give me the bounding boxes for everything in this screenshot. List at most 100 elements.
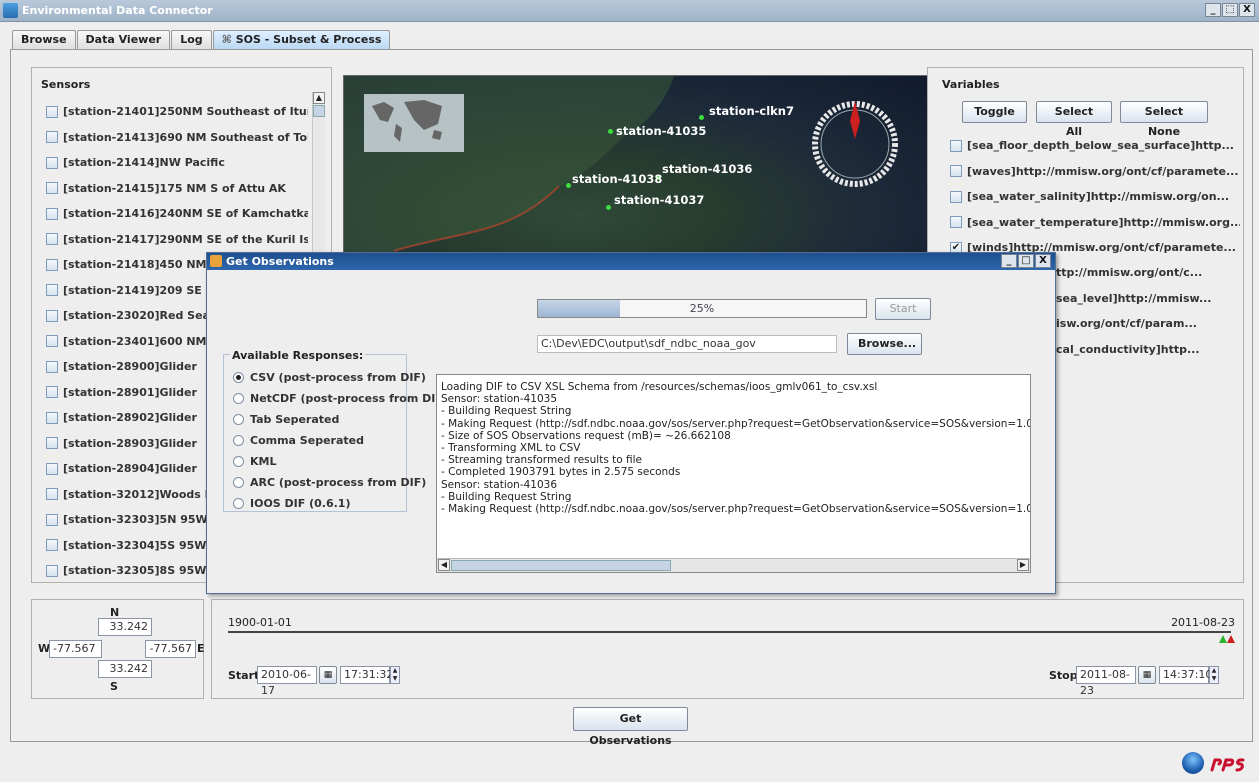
variable-list: [sea_floor_depth_below_sea_surface]http.… (950, 133, 1240, 261)
stop-date-field[interactable]: 2011-08-23 (1076, 666, 1136, 697)
east-field[interactable]: -77.567 (145, 640, 196, 658)
checkbox[interactable] (950, 190, 962, 203)
log-lines: Loading DIF to CSV XSL Schema from /reso… (437, 375, 1030, 555)
tab-log[interactable]: Log (171, 30, 212, 50)
radio[interactable] (233, 393, 244, 404)
scroll-right-icon[interactable]: ▶ (1017, 559, 1029, 571)
tab-sos-subset-process[interactable]: ⌘ SOS - Subset & Process (212, 30, 391, 50)
response-option[interactable]: CSV (post-process from DIF) (233, 367, 448, 388)
radio[interactable] (233, 498, 244, 509)
variable-item[interactable]: [sea_water_temperature]http://mmisw.org.… (950, 210, 1240, 236)
start-date-field[interactable]: 2010-06-17 (257, 666, 317, 697)
start-time-field[interactable]: 17:31:32 (340, 666, 393, 684)
variable-item[interactable]: sea_level]http://mmisw... (1056, 286, 1241, 312)
response-option[interactable]: ARC (post-process from DIF) (233, 472, 448, 493)
variable-item[interactable]: ttp://mmisw.org/ont/c... (1056, 260, 1241, 286)
radio-selected[interactable] (233, 372, 244, 383)
checkbox[interactable] (950, 139, 962, 152)
map-view[interactable]: station-clkn7 station-41035 station-4103… (343, 75, 929, 275)
scroll-up-icon[interactable]: ▲ (313, 92, 325, 104)
sensor-item[interactable]: [station-21415]175 NM S of Attu AK (46, 176, 308, 202)
spinner-icon[interactable]: ▲ ▼ (390, 666, 400, 684)
station-marker[interactable] (699, 115, 704, 120)
log-output[interactable]: Loading DIF to CSV XSL Schema from /reso… (436, 374, 1031, 573)
stop-time-field[interactable]: 14:37:10 (1159, 666, 1212, 684)
calendar-icon[interactable]: ▦ (319, 666, 337, 684)
radio[interactable] (233, 456, 244, 467)
maximize-icon[interactable]: ⬚ (1222, 3, 1238, 17)
sensor-item[interactable]: [station-21417]290NM SE of the Kuril Is.… (46, 227, 308, 253)
checkbox[interactable] (46, 233, 58, 246)
variable-item[interactable]: isw.org/ont/cf/param... (1056, 311, 1241, 337)
variable-item[interactable]: [sea_floor_depth_below_sea_surface]http.… (950, 133, 1240, 159)
select-all-button[interactable]: Select All (1036, 101, 1112, 138)
station-marker[interactable] (606, 205, 611, 210)
spinner-icon[interactable]: ▲ ▼ (1209, 666, 1219, 684)
scroll-thumb[interactable] (313, 105, 325, 117)
checkbox[interactable] (46, 207, 58, 220)
compass-icon[interactable] (810, 99, 900, 189)
toggle-button[interactable]: Toggle (962, 101, 1027, 123)
checkbox[interactable] (950, 165, 962, 178)
north-field[interactable]: 33.242 (98, 618, 152, 636)
checkbox[interactable] (46, 539, 58, 552)
response-option[interactable]: Comma Seperated (233, 430, 448, 451)
browse-button[interactable]: Browse... (847, 333, 922, 355)
station-marker[interactable] (566, 183, 571, 188)
scroll-thumb[interactable] (451, 560, 671, 571)
close-icon[interactable]: X (1035, 254, 1051, 268)
variable-item[interactable]: [sea_water_salinity]http://mmisw.org/on.… (950, 184, 1240, 210)
sensor-item[interactable]: [station-21401]250NM Southeast of Ituru.… (46, 99, 308, 125)
checkbox[interactable] (46, 513, 58, 526)
checkbox[interactable] (46, 156, 58, 169)
minimize-icon[interactable]: _ (1205, 3, 1221, 17)
select-none-button[interactable]: Select None (1120, 101, 1208, 138)
checkbox[interactable] (46, 488, 58, 501)
checkbox[interactable] (46, 437, 58, 450)
output-path-field[interactable]: C:\Dev\EDC\output\sdf_ndbc_noaa_gov (537, 335, 837, 353)
south-label: S (110, 680, 118, 693)
checkbox[interactable] (46, 360, 58, 373)
variable-item[interactable]: [waves]http://mmisw.org/ont/cf/paramete.… (950, 159, 1240, 185)
sensor-item[interactable]: [station-21414]NW Pacific (46, 150, 308, 176)
checkbox[interactable] (46, 105, 58, 118)
response-option[interactable]: KML (233, 451, 448, 472)
calendar-icon[interactable]: ▦ (1138, 666, 1156, 684)
get-observations-button[interactable]: Get Observations (573, 707, 688, 747)
checkbox[interactable] (46, 411, 58, 424)
response-option[interactable]: Tab Seperated (233, 409, 448, 430)
rps-logo (1209, 752, 1253, 774)
checkbox[interactable] (950, 216, 962, 229)
west-field[interactable]: -77.567 (49, 640, 102, 658)
start-button[interactable]: Start (875, 298, 931, 320)
radio[interactable] (233, 477, 244, 488)
log-horizontal-scrollbar[interactable]: ◀ ▶ (437, 558, 1030, 572)
close-icon[interactable]: X (1239, 3, 1255, 17)
checkbox[interactable] (46, 309, 58, 322)
sensor-item[interactable]: [station-21413]690 NM Southeast of Toky.… (46, 125, 308, 151)
tab-data-viewer[interactable]: Data Viewer (76, 30, 171, 50)
checkbox[interactable] (46, 386, 58, 399)
station-marker[interactable] (608, 129, 613, 134)
tab-browse[interactable]: Browse (12, 30, 76, 50)
slider-handle-stop-icon[interactable] (1227, 635, 1235, 643)
checkbox[interactable] (46, 462, 58, 475)
checkbox[interactable] (46, 258, 58, 271)
checkbox[interactable] (46, 182, 58, 195)
response-option[interactable]: IOOS DIF (0.6.1) (233, 493, 448, 514)
scroll-left-icon[interactable]: ◀ (438, 559, 450, 571)
checkbox[interactable] (46, 335, 58, 348)
sensor-item[interactable]: [station-21416]240NM SE of Kamchatka Pe.… (46, 201, 308, 227)
slider-handle-start-icon[interactable] (1219, 635, 1227, 643)
minimize-icon[interactable]: _ (1001, 254, 1017, 268)
radio[interactable] (233, 414, 244, 425)
checkbox[interactable] (46, 284, 58, 297)
response-option[interactable]: NetCDF (post-process from DIF) (233, 388, 448, 409)
radio[interactable] (233, 435, 244, 446)
checkbox[interactable] (46, 131, 58, 144)
checkbox[interactable] (46, 564, 58, 577)
variable-item[interactable]: cal_conductivity]http... (1056, 337, 1241, 363)
south-field[interactable]: 33.242 (98, 660, 152, 678)
time-slider-track[interactable] (228, 631, 1231, 633)
maximize-icon[interactable]: □ (1018, 254, 1034, 268)
